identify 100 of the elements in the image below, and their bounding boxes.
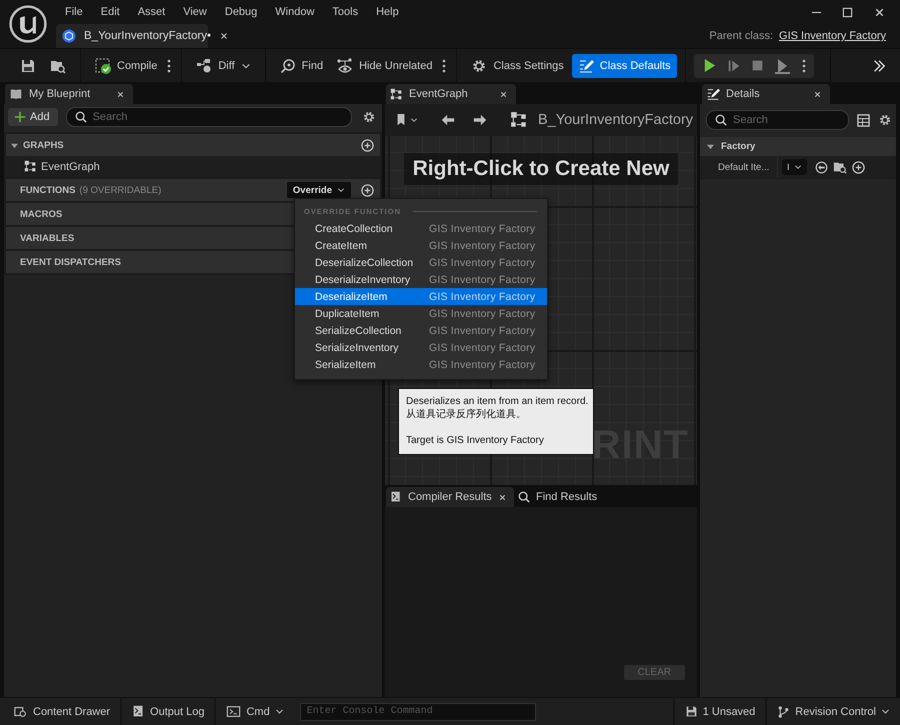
menu-item[interactable]: File xyxy=(56,6,92,18)
find-button[interactable]: Find xyxy=(274,54,330,78)
section-title: MACROS xyxy=(20,208,62,220)
override-dropdown[interactable]: Override xyxy=(286,182,351,198)
revision-control-button[interactable]: Revision Control xyxy=(767,698,900,725)
close-icon[interactable] xyxy=(116,90,125,98)
stop-icon[interactable] xyxy=(750,59,764,72)
search-icon xyxy=(518,491,530,503)
menu-item[interactable]: Edit xyxy=(92,6,129,18)
settings-icon[interactable] xyxy=(362,110,376,124)
menu-item[interactable]: Help xyxy=(367,6,408,18)
parent-class-link[interactable]: GIS Inventory Factory xyxy=(779,30,886,42)
section-header[interactable]: FUNCTIONS (9 OVERRIDABLE) Override xyxy=(6,179,380,201)
chevron-down-icon xyxy=(881,707,890,716)
output-log-button[interactable]: Output Log xyxy=(122,698,216,725)
caret-icon xyxy=(10,142,19,148)
tooltip-text: 从道具记录反序列化道具。 xyxy=(406,408,527,421)
search-field[interactable]: Search xyxy=(66,107,352,127)
save-icon xyxy=(20,58,36,74)
branch-icon xyxy=(777,704,790,718)
panel-tab[interactable]: Details xyxy=(702,84,830,104)
forward-arrow-icon[interactable] xyxy=(472,113,488,127)
find-icon xyxy=(280,58,296,74)
close-icon[interactable] xyxy=(499,90,508,98)
plus-icon xyxy=(14,111,26,123)
table-icon[interactable] xyxy=(857,114,870,126)
canvas-hint: Right-Click to Create New xyxy=(404,153,678,185)
menu-item[interactable]: SerializeItem GIS Inventory Factory xyxy=(295,356,547,373)
section-title: VARIABLES xyxy=(20,232,74,244)
compile-icon xyxy=(95,58,111,74)
tooltip-text: Deserializes an item from an item record. xyxy=(406,395,586,408)
terminal-icon xyxy=(226,704,242,718)
menu-item[interactable]: Asset xyxy=(128,6,174,18)
menu-item[interactable]: Debug xyxy=(216,6,266,18)
book-icon xyxy=(9,87,23,101)
hide-button[interactable]: Hide Unrelated xyxy=(331,54,438,78)
graph-icon xyxy=(24,160,37,173)
graph-icon xyxy=(390,88,403,100)
back-arrow-icon[interactable] xyxy=(440,113,456,127)
compile-button[interactable]: Compile xyxy=(89,54,164,78)
menu-item[interactable]: SerializeCollection GIS Inventory Factory xyxy=(295,322,547,339)
cube-icon xyxy=(62,29,76,43)
folder-search-icon[interactable] xyxy=(832,160,847,174)
settings-button[interactable]: Class Settings xyxy=(465,54,570,78)
search-field[interactable]: Search xyxy=(706,110,849,130)
content-drawer-button[interactable]: Content Drawer xyxy=(0,698,122,725)
breadcrumb: B_YourInventoryFactory xyxy=(538,112,694,128)
add-circle-icon[interactable] xyxy=(852,160,865,174)
section-note: (9 OVERRIDABLE) xyxy=(79,184,162,196)
diff-button[interactable]: Diff xyxy=(190,54,257,78)
chevron-down-icon xyxy=(410,116,418,124)
console-field[interactable]: Enter Console Command xyxy=(300,702,536,720)
more-icon xyxy=(167,58,172,74)
menu-item[interactable]: View xyxy=(174,6,216,18)
panel-tab[interactable]: My Blueprint xyxy=(5,84,133,104)
eye-icon xyxy=(337,58,354,74)
section-header[interactable]: GRAPHS xyxy=(6,134,380,156)
menu-item[interactable]: DeserializeInventory GIS Inventory Factory xyxy=(295,271,547,288)
unsaved-button[interactable]: 1 Unsaved xyxy=(672,698,768,725)
add-circle-icon[interactable] xyxy=(361,138,374,152)
play-bar-icon[interactable] xyxy=(774,58,790,74)
logo-icon xyxy=(9,5,47,43)
caret-icon xyxy=(706,143,715,150)
section-title: EVENT DISPATCHERS xyxy=(20,256,121,268)
property-label: Default Ite... xyxy=(700,156,778,178)
results-tab[interactable]: Find Results xyxy=(514,487,606,507)
search-icon xyxy=(715,114,727,126)
search-icon xyxy=(74,111,87,123)
defaults-button[interactable]: Class Defaults xyxy=(572,54,677,78)
graph-icon xyxy=(510,111,528,129)
cmd-button[interactable]: Cmd xyxy=(216,698,294,725)
chevron-down-icon xyxy=(337,186,345,194)
settings-icon[interactable] xyxy=(878,113,892,127)
category-header[interactable]: Factory xyxy=(700,137,896,156)
search-input[interactable]: Search xyxy=(92,111,343,123)
more-icon xyxy=(802,58,806,74)
menu-item[interactable]: DeserializeItem GIS Inventory Factory xyxy=(295,288,547,305)
close-icon[interactable] xyxy=(813,90,822,98)
step-icon[interactable] xyxy=(726,58,741,72)
maximize-icon[interactable] xyxy=(842,6,853,18)
close-icon[interactable] xyxy=(873,6,886,18)
add-button[interactable]: Add xyxy=(8,108,58,126)
menu-item[interactable]: Tools xyxy=(323,6,368,18)
console-input[interactable]: Enter Console Command xyxy=(306,706,529,717)
double-chevron-icon xyxy=(872,58,886,72)
save-icon xyxy=(684,705,698,718)
log-icon xyxy=(132,705,146,718)
value-dropdown[interactable]: I xyxy=(782,159,807,175)
menu-item[interactable]: Window xyxy=(266,6,324,18)
add-circle-icon[interactable] xyxy=(361,184,374,196)
pencil-icon xyxy=(578,58,594,74)
diff-icon xyxy=(196,58,212,74)
close-icon[interactable] xyxy=(218,31,229,41)
close-icon[interactable] xyxy=(498,492,507,502)
graph-tab[interactable]: EventGraph xyxy=(386,84,516,104)
menu-item[interactable]: DuplicateItem GIS Inventory Factory xyxy=(295,305,547,322)
results-tab[interactable]: Compiler Results xyxy=(386,487,514,507)
section-title: FUNCTIONS xyxy=(20,184,76,196)
menu-item[interactable]: SerializeInventory GIS Inventory Factory xyxy=(295,339,547,356)
search-input[interactable]: Search xyxy=(733,114,840,126)
